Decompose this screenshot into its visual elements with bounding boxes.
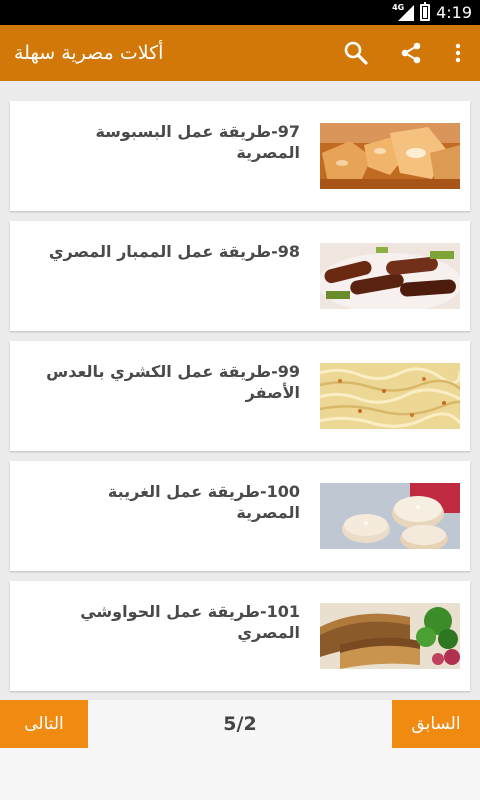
recipe-card[interactable]: 99-طريقة عمل الكشري بالعدس الأصفر xyxy=(10,341,470,451)
search-icon[interactable] xyxy=(338,25,374,81)
recipe-card[interactable]: 98-طريقة عمل الممبار المصري xyxy=(10,221,470,331)
share-icon[interactable] xyxy=(393,25,429,81)
recipe-thumbnail xyxy=(320,243,460,309)
page-indicator: 5/2 xyxy=(223,713,257,735)
battery-icon xyxy=(420,2,431,21)
overflow-menu-icon[interactable] xyxy=(446,25,470,81)
recipe-title: 99-طريقة عمل الكشري بالعدس الأصفر xyxy=(46,362,300,402)
next-button[interactable]: التالى xyxy=(0,700,88,748)
recipe-list: 97-طريقة عمل البسبوسة المصرية 98-طريقة ع… xyxy=(0,81,480,700)
recipe-thumbnail xyxy=(320,363,460,429)
recipe-card[interactable]: 97-طريقة عمل البسبوسة المصرية xyxy=(10,101,470,211)
recipe-thumbnail xyxy=(320,123,460,189)
recipe-thumbnail xyxy=(320,603,460,669)
recipe-title: 98-طريقة عمل الممبار المصري xyxy=(48,242,300,261)
recipe-thumbnail xyxy=(320,483,460,549)
recipe-card[interactable]: 101-طريقة عمل الحواوشي المصري xyxy=(10,581,470,691)
status-bar: 4G 4:19 xyxy=(0,0,480,25)
recipe-card[interactable]: 100-طريقة عمل الغريبة المصرية xyxy=(10,461,470,571)
signal-icon: 4G xyxy=(392,3,415,21)
app-title: أكلات مصرية سهلة xyxy=(14,42,164,64)
recipe-title: 100-طريقة عمل الغريبة المصرية xyxy=(107,482,300,522)
pagination-bar: التالى 5/2 السابق xyxy=(0,700,480,800)
action-bar: أكلات مصرية سهلة xyxy=(0,25,480,81)
recipe-title: 97-طريقة عمل البسبوسة المصرية xyxy=(95,122,300,162)
status-icons: 4G 4:19 xyxy=(392,2,472,23)
recipe-title: 101-طريقة عمل الحواوشي المصري xyxy=(80,602,300,642)
previous-button[interactable]: السابق xyxy=(392,700,480,748)
status-time: 4:19 xyxy=(436,3,472,22)
